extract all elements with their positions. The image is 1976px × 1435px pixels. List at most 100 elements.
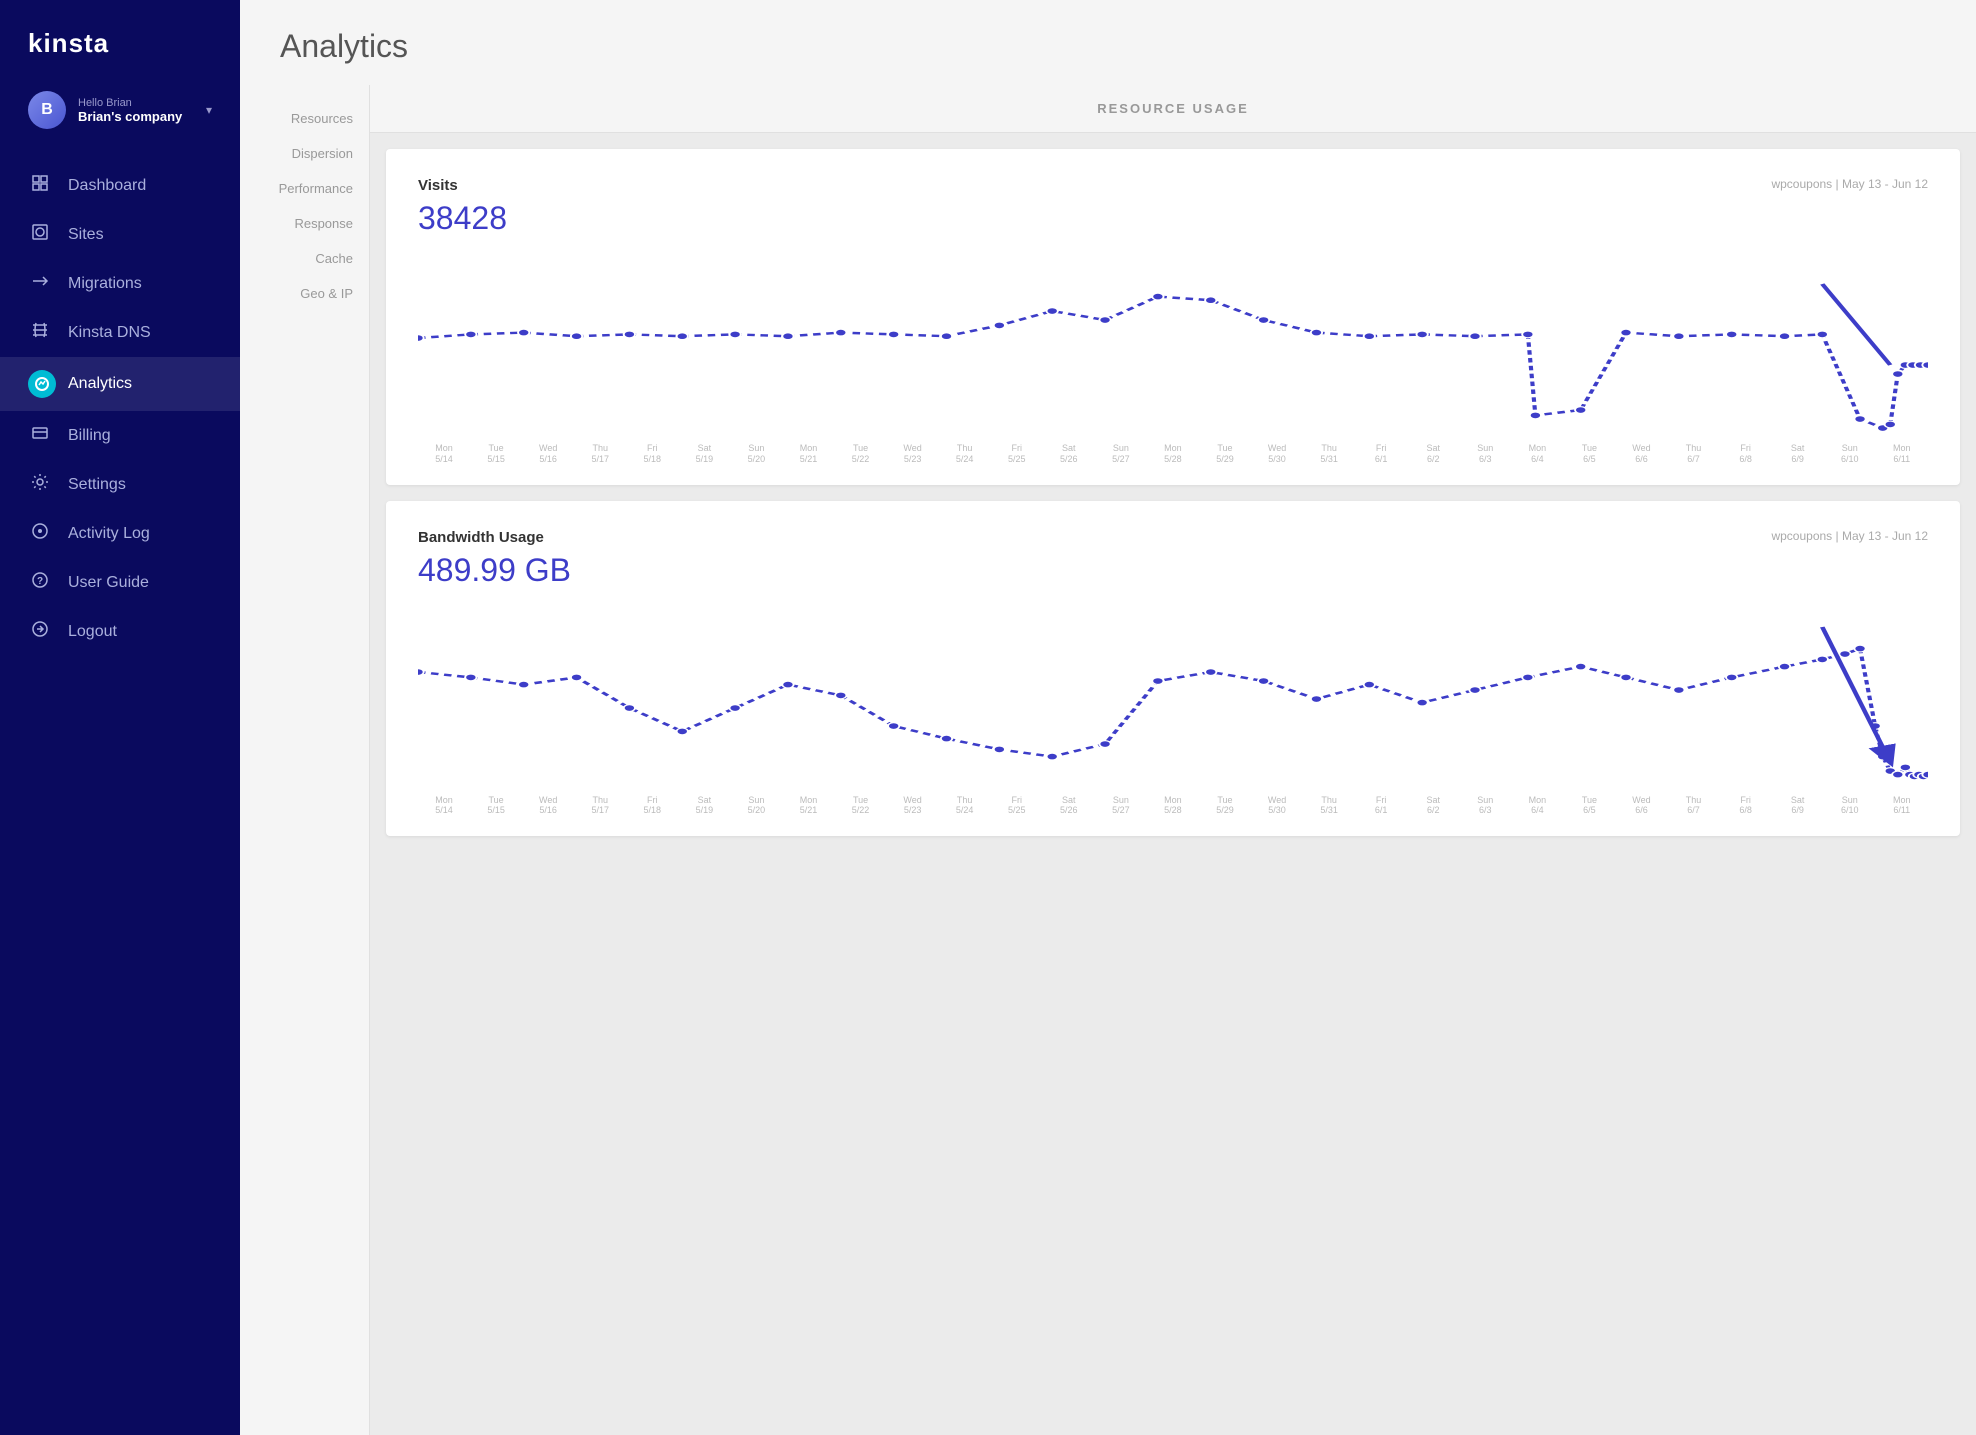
- date-tick: Mon5/14: [418, 795, 470, 817]
- date-tick: Sat6/2: [1407, 443, 1459, 465]
- chart-label-visits: Visits: [418, 177, 458, 194]
- sidebar-item-dashboard[interactable]: Dashboard: [0, 161, 240, 210]
- date-tick: Tue5/29: [1199, 443, 1251, 465]
- sidebar-item-label-dashboard: Dashboard: [68, 177, 146, 195]
- sidebar-item-kinsta-dns[interactable]: Kinsta DNS: [0, 308, 240, 357]
- date-tick: Sun5/20: [730, 443, 782, 465]
- migrations-icon: [28, 272, 52, 295]
- date-tick: Wed5/23: [887, 443, 939, 465]
- date-tick: Fri5/18: [626, 795, 678, 817]
- user-company: Brian's company: [78, 109, 194, 124]
- date-tick: Thu5/17: [574, 443, 626, 465]
- sub-nav-item-response[interactable]: Response: [240, 206, 369, 241]
- date-tick: Fri6/1: [1355, 443, 1407, 465]
- date-tick: Sat5/19: [678, 443, 730, 465]
- date-tick: Tue6/5: [1563, 795, 1615, 817]
- date-tick: Wed5/23: [887, 795, 939, 817]
- date-tick: Mon5/28: [1147, 795, 1199, 817]
- chart-value-bandwidth: 489.99 GB: [418, 552, 1928, 589]
- date-tick: Wed5/16: [522, 443, 574, 465]
- chart-header-bandwidth: Bandwidth Usagewpcoupons | May 13 - Jun …: [418, 529, 1928, 546]
- date-tick: Thu5/24: [939, 795, 991, 817]
- sidebar-item-label-billing: Billing: [68, 427, 111, 445]
- chart-dates-bandwidth: Mon5/14Tue5/15Wed5/16Thu5/17Fri5/18Sat5/…: [418, 795, 1928, 817]
- date-tick: Tue5/15: [470, 443, 522, 465]
- chart-card-visits: Visitswpcoupons | May 13 - Jun 1238428 M…: [386, 149, 1960, 485]
- logo: kinsta: [0, 0, 240, 79]
- date-tick: Sun5/20: [730, 795, 782, 817]
- sidebar-item-logout[interactable]: Logout: [0, 607, 240, 656]
- sub-nav-item-geo-ip[interactable]: Geo & IP: [240, 276, 369, 311]
- activity-log-icon: [28, 522, 52, 545]
- sub-nav-item-performance[interactable]: Performance: [240, 171, 369, 206]
- date-tick: Wed5/30: [1251, 443, 1303, 465]
- sub-nav: ResourcesDispersionPerformanceResponseCa…: [240, 85, 370, 1435]
- main-nav: Dashboard Sites Migrations Kinsta DNS Analyt…: [0, 153, 240, 1435]
- chevron-down-icon: ▾: [206, 103, 212, 117]
- logout-icon: [28, 620, 52, 643]
- date-tick: Sat6/2: [1407, 795, 1459, 817]
- date-tick: Mon6/4: [1511, 795, 1563, 817]
- sidebar-item-label-sites: Sites: [68, 226, 104, 244]
- date-tick: Fri6/8: [1720, 795, 1772, 817]
- sidebar: kinsta B Hello Brian Brian's company ▾ D…: [0, 0, 240, 1435]
- sites-icon: [28, 223, 52, 246]
- sidebar-item-label-logout: Logout: [68, 623, 117, 641]
- sidebar-item-analytics[interactable]: Analytics: [0, 357, 240, 411]
- chart-dates-visits: Mon5/14Tue5/15Wed5/16Thu5/17Fri5/18Sat5/…: [418, 443, 1928, 465]
- charts-area: RESOURCE USAGE Visitswpcoupons | May 13 …: [370, 85, 1976, 1435]
- date-tick: Fri5/25: [991, 795, 1043, 817]
- sidebar-item-migrations[interactable]: Migrations: [0, 259, 240, 308]
- chart-card-bandwidth: Bandwidth Usagewpcoupons | May 13 - Jun …: [386, 501, 1960, 837]
- date-tick: Thu6/7: [1668, 795, 1720, 817]
- content-area: ResourcesDispersionPerformanceResponseCa…: [240, 85, 1976, 1435]
- sidebar-item-sites[interactable]: Sites: [0, 210, 240, 259]
- date-tick: Mon5/21: [782, 795, 834, 817]
- sidebar-item-billing[interactable]: Billing: [0, 411, 240, 460]
- chart-meta-visits: wpcoupons | May 13 - Jun 12: [1771, 177, 1928, 191]
- analytics-icon: [28, 370, 52, 398]
- chart-header-visits: Visits wpcoupons | May 13 - Jun 12: [418, 177, 1928, 194]
- sidebar-item-user-guide[interactable]: ? User Guide: [0, 558, 240, 607]
- avatar: B: [28, 91, 66, 129]
- sidebar-item-label-kinsta-dns: Kinsta DNS: [68, 324, 151, 342]
- date-tick: Mon6/4: [1511, 443, 1563, 465]
- chart-wrapper-bandwidth: [418, 609, 1928, 789]
- sidebar-item-label-user-guide: User Guide: [68, 574, 149, 592]
- date-tick: Sun5/27: [1095, 443, 1147, 465]
- sidebar-item-label-settings: Settings: [68, 476, 126, 494]
- user-profile[interactable]: B Hello Brian Brian's company ▾: [0, 79, 240, 153]
- date-tick: Thu5/31: [1303, 443, 1355, 465]
- date-tick: Mon6/11: [1876, 795, 1928, 817]
- date-tick: Sun6/10: [1824, 795, 1876, 817]
- date-tick: Sun5/27: [1095, 795, 1147, 817]
- date-tick: Sun6/10: [1824, 443, 1876, 465]
- date-tick: Thu5/24: [939, 443, 991, 465]
- date-tick: Sat5/26: [1043, 795, 1095, 817]
- sidebar-item-activity-log[interactable]: Activity Log: [0, 509, 240, 558]
- date-tick: Sat5/26: [1043, 443, 1095, 465]
- date-tick: Sun6/3: [1459, 443, 1511, 465]
- sidebar-item-settings[interactable]: Settings: [0, 460, 240, 509]
- date-tick: Thu5/17: [574, 795, 626, 817]
- sub-nav-item-resources[interactable]: Resources: [240, 101, 369, 136]
- date-tick: Fri6/1: [1355, 795, 1407, 817]
- date-tick: Wed5/30: [1251, 795, 1303, 817]
- date-tick: Thu5/31: [1303, 795, 1355, 817]
- sub-nav-item-dispersion[interactable]: Dispersion: [240, 136, 369, 171]
- date-tick: Fri5/18: [626, 443, 678, 465]
- sub-nav-item-cache[interactable]: Cache: [240, 241, 369, 276]
- date-tick: Tue5/22: [835, 795, 887, 817]
- date-tick: Mon6/11: [1876, 443, 1928, 465]
- page-header: Analytics: [240, 0, 1976, 85]
- dashboard-icon: [28, 174, 52, 197]
- chart-meta-bandwidth: wpcoupons | May 13 - Jun 12: [1771, 529, 1928, 543]
- sidebar-item-label-migrations: Migrations: [68, 275, 142, 293]
- date-tick: Mon5/21: [782, 443, 834, 465]
- date-tick: Tue6/5: [1563, 443, 1615, 465]
- date-tick: Sun6/3: [1459, 795, 1511, 817]
- date-tick: Tue5/15: [470, 795, 522, 817]
- main-content: Analytics ResourcesDispersionPerformance…: [240, 0, 1976, 1435]
- date-tick: Mon5/14: [418, 443, 470, 465]
- svg-text:?: ?: [37, 576, 43, 587]
